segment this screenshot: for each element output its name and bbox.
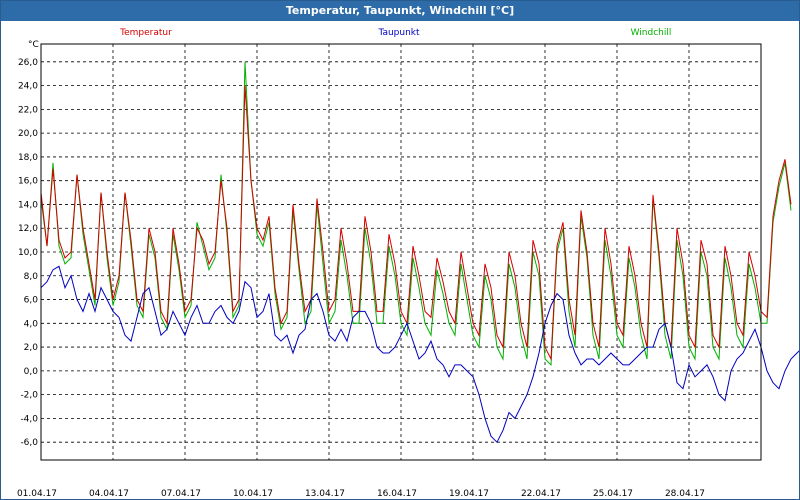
x-tick-label: 07.04.17 xyxy=(161,489,201,499)
x-tick-label: 22.04.17 xyxy=(521,489,561,499)
x-tick-label: 10.04.17 xyxy=(233,489,273,499)
y-tick-label: 2,0 xyxy=(24,343,39,353)
y-tick-label: 0,0 xyxy=(24,367,39,377)
series-line-temperatur xyxy=(40,85,792,361)
y-tick-label: -6,0 xyxy=(20,438,38,448)
x-tick-label: 16.04.17 xyxy=(377,489,417,499)
y-tick-label: 8,0 xyxy=(24,272,39,282)
x-tick-label: 19.04.17 xyxy=(449,489,489,499)
x-tick-label: 04.04.17 xyxy=(89,489,129,499)
line-chart: -6,0 -4,0 -2,0 0,0 2,0 4,0 6,0 8,0 10,0 12,0 14,0 1… xyxy=(17,28,799,499)
y-axis-ticks: -6,0 -4,0 -2,0 0,0 2,0 4,0 6,0 8,0 10,0 12,0 14,0 1… xyxy=(18,58,38,448)
y-tick-label: -2,0 xyxy=(20,391,38,401)
x-tick-label: 25.04.17 xyxy=(593,489,633,499)
y-tick-label: 12,0 xyxy=(18,224,38,234)
series-line-windchill xyxy=(40,61,792,367)
legend-windchill: Windchill xyxy=(631,28,672,38)
y-tick-label: 22,0 xyxy=(18,105,38,115)
y-tick-label: 16,0 xyxy=(18,177,38,187)
chart-window: Temperatur, Taupunkt, Windchill [°C] -6,… xyxy=(0,0,800,500)
y-tick-label: 24,0 xyxy=(18,82,38,92)
y-tick-label: 10,0 xyxy=(18,248,38,258)
y-tick-label: 6,0 xyxy=(24,296,39,306)
x-tick-label: 28.04.17 xyxy=(665,489,705,499)
x-tick-label: 13.04.17 xyxy=(305,489,345,499)
y-tick-label: 4,0 xyxy=(24,319,39,329)
y-tick-label: 18,0 xyxy=(18,153,38,163)
y-tick-label: 26,0 xyxy=(18,58,38,68)
x-tick-label: 01.04.17 xyxy=(17,489,57,499)
legend-temperatur: Temperatur xyxy=(119,28,172,38)
y-axis-label: °C xyxy=(28,40,39,50)
y-tick-label: 14,0 xyxy=(18,200,38,210)
legend-taupunkt: Taupunkt xyxy=(377,28,420,38)
y-tick-label: 20,0 xyxy=(18,129,38,139)
y-tick-label: -4,0 xyxy=(20,414,38,424)
window-title: Temperatur, Taupunkt, Windchill [°C] xyxy=(1,1,799,21)
x-axis-ticks: 01.04.17 04.04.17 07.04.17 10.04.17 13.04.17… xyxy=(17,489,705,499)
grid xyxy=(41,44,761,460)
